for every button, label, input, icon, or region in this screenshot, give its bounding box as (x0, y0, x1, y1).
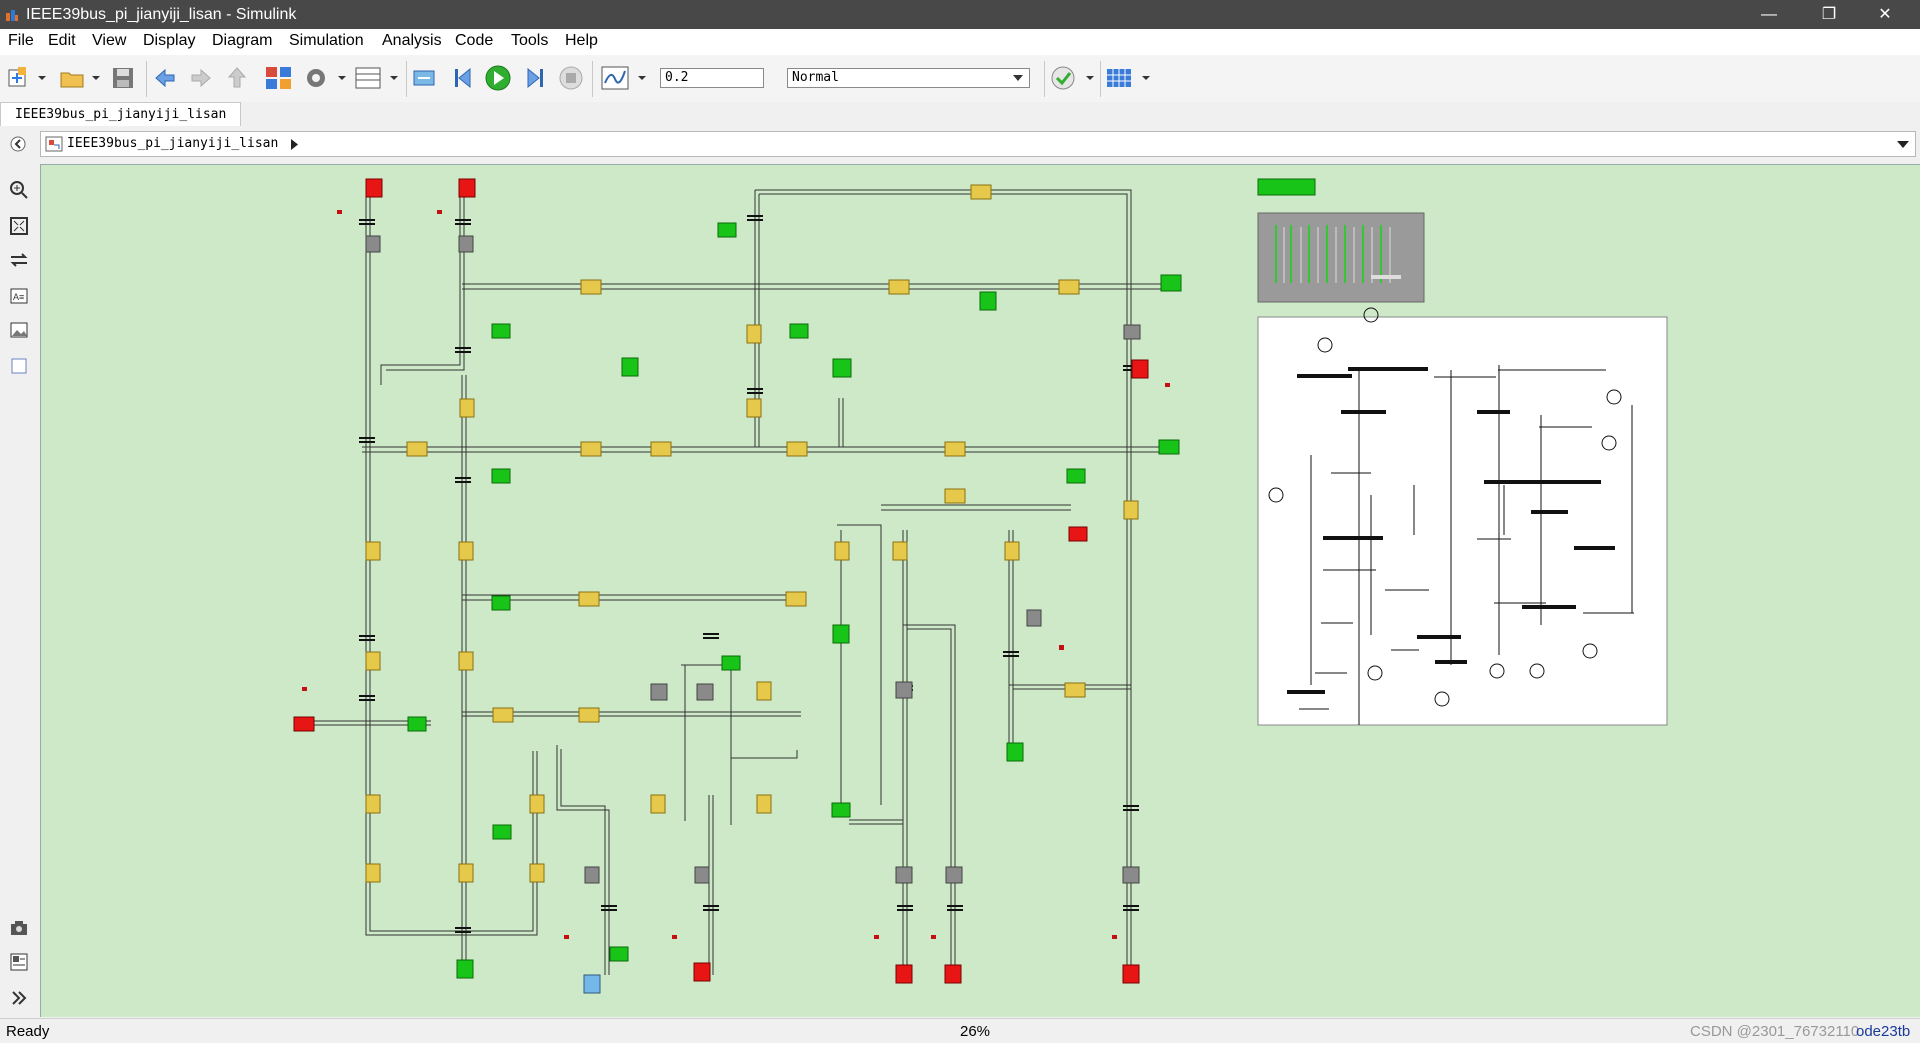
step-back-icon[interactable] (450, 65, 476, 91)
simulation-mode-value: Normal (792, 70, 839, 85)
forward-icon[interactable] (188, 65, 214, 91)
stop-time-input[interactable]: 0.2 (660, 68, 764, 88)
menu-edit[interactable]: Edit (48, 32, 76, 50)
menu-tools[interactable]: Tools (511, 32, 548, 50)
fit-view-icon[interactable] (9, 216, 29, 236)
menu-display[interactable]: Display (143, 32, 195, 50)
toolbar-separator (1100, 61, 1101, 97)
model-canvas[interactable] (40, 164, 1920, 1017)
menu-file[interactable]: File (8, 32, 34, 50)
menu-view[interactable]: View (92, 32, 126, 50)
status-text: Ready (6, 1023, 50, 1040)
breadcrumb: IEEE39bus_pi_jianyiji_lisan (40, 131, 1916, 157)
toolbar-separator (406, 61, 407, 97)
status-bar: Ready 26% CSDN @2301_76732110 ode23tb (0, 1018, 1920, 1043)
open-icon[interactable] (58, 65, 102, 91)
grid-icon[interactable] (1104, 65, 1152, 91)
stop-icon[interactable] (558, 65, 584, 91)
save-icon[interactable] (110, 65, 136, 91)
explorer-bar-icon[interactable] (9, 952, 29, 972)
scope-icon[interactable] (600, 65, 648, 91)
hide-browser-icon[interactable] (10, 136, 26, 152)
restore-button[interactable]: ❐ (1806, 0, 1852, 29)
check-icon[interactable] (1050, 65, 1096, 91)
menu-analysis[interactable]: Analysis (382, 32, 442, 50)
zoom-level: 26% (960, 1023, 991, 1040)
menu-diagram[interactable]: Diagram (212, 32, 272, 50)
run-icon[interactable] (484, 65, 512, 91)
menu-help[interactable]: Help (565, 32, 598, 50)
back-icon[interactable] (152, 65, 178, 91)
toolbar-separator (1044, 61, 1045, 97)
chevron-right-icon[interactable] (291, 139, 299, 150)
model-icon (45, 136, 63, 152)
address-bar: IEEE39bus_pi_jianyiji_lisan (0, 126, 1920, 162)
block-diagram (293, 178, 1668, 994)
expand-icon[interactable] (9, 988, 29, 1008)
toolbar-separator (592, 61, 593, 97)
toolbar: 0.2 Normal (0, 55, 1920, 103)
tab-model[interactable]: IEEE39bus_pi_jianyiji_lisan (0, 102, 242, 126)
up-icon[interactable] (224, 65, 250, 91)
close-button[interactable]: ✕ (1862, 0, 1908, 29)
annotation-icon[interactable]: A≡ (9, 286, 29, 306)
area-icon[interactable] (9, 356, 29, 376)
explorer-icon[interactable] (354, 65, 400, 91)
settings-icon[interactable] (302, 65, 348, 91)
arrows-icon[interactable] (9, 250, 29, 270)
breadcrumb-model[interactable]: IEEE39bus_pi_jianyiji_lisan (67, 136, 278, 151)
new-model-icon[interactable] (6, 65, 48, 91)
title-bar: IEEE39bus_pi_jianyiji_lisan - Simulink —… (0, 0, 1920, 29)
chevron-down-icon[interactable] (1897, 141, 1909, 148)
image-icon[interactable] (9, 320, 29, 340)
update-diagram-icon[interactable] (410, 65, 440, 91)
library-browser-icon[interactable] (264, 65, 294, 91)
toolbar-separator (146, 61, 147, 97)
menu-code[interactable]: Code (455, 32, 493, 50)
menu-bar: File Edit View Display Diagram Simulatio… (0, 29, 1920, 55)
window-title: IEEE39bus_pi_jianyiji_lisan - Simulink (26, 6, 297, 23)
camera-icon[interactable] (9, 918, 29, 938)
minimize-button[interactable]: — (1746, 0, 1792, 29)
zoom-in-icon[interactable] (9, 180, 29, 200)
model-tab-bar: IEEE39bus_pi_jianyiji_lisan (0, 102, 1920, 126)
svg-text:A≡: A≡ (13, 292, 24, 302)
watermark: CSDN @2301_76732110 (1690, 1023, 1860, 1040)
left-palette: A≡ (0, 162, 38, 1018)
simulation-mode-select[interactable]: Normal (787, 68, 1030, 88)
chevron-down-icon (1013, 75, 1023, 81)
step-forward-icon[interactable] (522, 65, 548, 91)
solver-name[interactable]: ode23tb (1856, 1023, 1910, 1040)
menu-simulation[interactable]: Simulation (289, 32, 364, 50)
simulink-logo-icon (6, 10, 18, 21)
